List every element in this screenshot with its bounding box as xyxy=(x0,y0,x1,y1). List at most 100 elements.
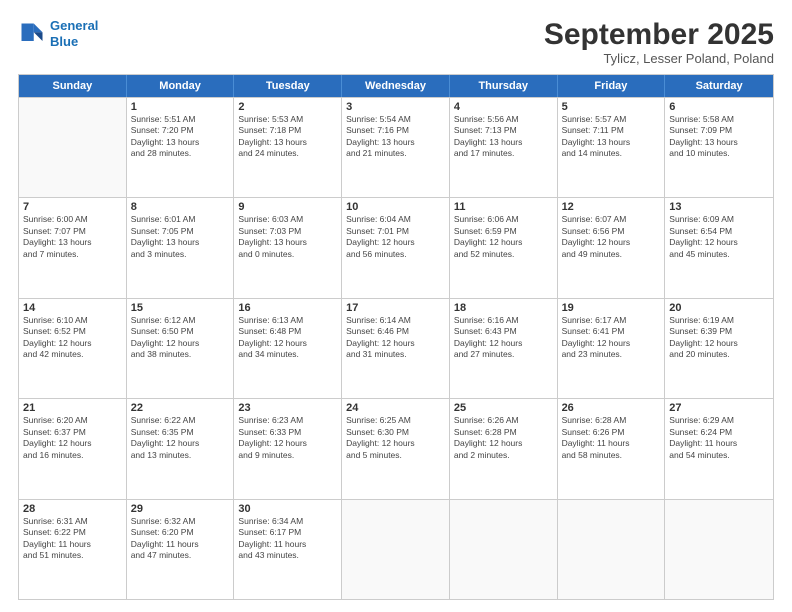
day-number: 24 xyxy=(346,402,445,414)
day-info: Sunrise: 5:58 AM Sunset: 7:09 PM Dayligh… xyxy=(669,114,769,160)
day-info: Sunrise: 6:07 AM Sunset: 6:56 PM Dayligh… xyxy=(562,214,661,260)
day-info: Sunrise: 6:26 AM Sunset: 6:28 PM Dayligh… xyxy=(454,415,553,461)
calendar-cell: 21Sunrise: 6:20 AM Sunset: 6:37 PM Dayli… xyxy=(19,399,127,498)
calendar-cell: 5Sunrise: 5:57 AM Sunset: 7:11 PM Daylig… xyxy=(558,98,666,197)
calendar-body: 1Sunrise: 5:51 AM Sunset: 7:20 PM Daylig… xyxy=(19,97,773,599)
month-title: September 2025 xyxy=(544,18,774,51)
calendar-cell: 25Sunrise: 6:26 AM Sunset: 6:28 PM Dayli… xyxy=(450,399,558,498)
calendar-row-1: 1Sunrise: 5:51 AM Sunset: 7:20 PM Daylig… xyxy=(19,97,773,197)
calendar-cell: 14Sunrise: 6:10 AM Sunset: 6:52 PM Dayli… xyxy=(19,299,127,398)
day-info: Sunrise: 6:34 AM Sunset: 6:17 PM Dayligh… xyxy=(238,516,337,562)
calendar-cell: 12Sunrise: 6:07 AM Sunset: 6:56 PM Dayli… xyxy=(558,198,666,297)
calendar-cell: 16Sunrise: 6:13 AM Sunset: 6:48 PM Dayli… xyxy=(234,299,342,398)
day-number: 20 xyxy=(669,302,769,314)
day-number: 28 xyxy=(23,503,122,515)
location-title: Tylicz, Lesser Poland, Poland xyxy=(544,51,774,66)
logo-line1: General xyxy=(50,18,98,33)
calendar: SundayMondayTuesdayWednesdayThursdayFrid… xyxy=(18,74,774,600)
day-info: Sunrise: 6:01 AM Sunset: 7:05 PM Dayligh… xyxy=(131,214,230,260)
calendar-cell: 17Sunrise: 6:14 AM Sunset: 6:46 PM Dayli… xyxy=(342,299,450,398)
day-number: 6 xyxy=(669,101,769,113)
calendar-cell: 9Sunrise: 6:03 AM Sunset: 7:03 PM Daylig… xyxy=(234,198,342,297)
day-number: 4 xyxy=(454,101,553,113)
day-number: 14 xyxy=(23,302,122,314)
day-info: Sunrise: 6:16 AM Sunset: 6:43 PM Dayligh… xyxy=(454,315,553,361)
calendar-cell: 7Sunrise: 6:00 AM Sunset: 7:07 PM Daylig… xyxy=(19,198,127,297)
calendar-cell xyxy=(19,98,127,197)
day-info: Sunrise: 6:22 AM Sunset: 6:35 PM Dayligh… xyxy=(131,415,230,461)
calendar-cell: 30Sunrise: 6:34 AM Sunset: 6:17 PM Dayli… xyxy=(234,500,342,599)
day-info: Sunrise: 5:57 AM Sunset: 7:11 PM Dayligh… xyxy=(562,114,661,160)
header: General Blue September 2025 Tylicz, Less… xyxy=(18,18,774,66)
day-number: 1 xyxy=(131,101,230,113)
day-info: Sunrise: 5:54 AM Sunset: 7:16 PM Dayligh… xyxy=(346,114,445,160)
header-cell-friday: Friday xyxy=(558,75,666,97)
day-number: 15 xyxy=(131,302,230,314)
day-number: 30 xyxy=(238,503,337,515)
calendar-cell xyxy=(665,500,773,599)
header-cell-monday: Monday xyxy=(127,75,235,97)
calendar-cell: 6Sunrise: 5:58 AM Sunset: 7:09 PM Daylig… xyxy=(665,98,773,197)
day-info: Sunrise: 6:20 AM Sunset: 6:37 PM Dayligh… xyxy=(23,415,122,461)
calendar-cell: 11Sunrise: 6:06 AM Sunset: 6:59 PM Dayli… xyxy=(450,198,558,297)
logo-text: General Blue xyxy=(50,18,98,49)
day-number: 29 xyxy=(131,503,230,515)
day-info: Sunrise: 5:56 AM Sunset: 7:13 PM Dayligh… xyxy=(454,114,553,160)
day-number: 3 xyxy=(346,101,445,113)
day-number: 2 xyxy=(238,101,337,113)
day-number: 25 xyxy=(454,402,553,414)
day-number: 12 xyxy=(562,201,661,213)
calendar-cell: 4Sunrise: 5:56 AM Sunset: 7:13 PM Daylig… xyxy=(450,98,558,197)
logo: General Blue xyxy=(18,18,98,49)
calendar-cell: 15Sunrise: 6:12 AM Sunset: 6:50 PM Dayli… xyxy=(127,299,235,398)
calendar-row-4: 21Sunrise: 6:20 AM Sunset: 6:37 PM Dayli… xyxy=(19,398,773,498)
calendar-cell: 22Sunrise: 6:22 AM Sunset: 6:35 PM Dayli… xyxy=(127,399,235,498)
day-number: 10 xyxy=(346,201,445,213)
day-info: Sunrise: 6:28 AM Sunset: 6:26 PM Dayligh… xyxy=(562,415,661,461)
day-info: Sunrise: 6:13 AM Sunset: 6:48 PM Dayligh… xyxy=(238,315,337,361)
day-info: Sunrise: 6:17 AM Sunset: 6:41 PM Dayligh… xyxy=(562,315,661,361)
day-number: 27 xyxy=(669,402,769,414)
calendar-cell: 24Sunrise: 6:25 AM Sunset: 6:30 PM Dayli… xyxy=(342,399,450,498)
day-number: 17 xyxy=(346,302,445,314)
calendar-cell: 19Sunrise: 6:17 AM Sunset: 6:41 PM Dayli… xyxy=(558,299,666,398)
page: General Blue September 2025 Tylicz, Less… xyxy=(0,0,792,612)
day-info: Sunrise: 6:31 AM Sunset: 6:22 PM Dayligh… xyxy=(23,516,122,562)
calendar-cell xyxy=(450,500,558,599)
calendar-cell xyxy=(558,500,666,599)
calendar-row-3: 14Sunrise: 6:10 AM Sunset: 6:52 PM Dayli… xyxy=(19,298,773,398)
calendar-cell: 2Sunrise: 5:53 AM Sunset: 7:18 PM Daylig… xyxy=(234,98,342,197)
day-number: 5 xyxy=(562,101,661,113)
logo-icon xyxy=(18,20,46,48)
calendar-cell: 26Sunrise: 6:28 AM Sunset: 6:26 PM Dayli… xyxy=(558,399,666,498)
header-cell-tuesday: Tuesday xyxy=(234,75,342,97)
day-info: Sunrise: 6:32 AM Sunset: 6:20 PM Dayligh… xyxy=(131,516,230,562)
day-number: 13 xyxy=(669,201,769,213)
day-info: Sunrise: 6:12 AM Sunset: 6:50 PM Dayligh… xyxy=(131,315,230,361)
calendar-cell: 1Sunrise: 5:51 AM Sunset: 7:20 PM Daylig… xyxy=(127,98,235,197)
calendar-cell: 27Sunrise: 6:29 AM Sunset: 6:24 PM Dayli… xyxy=(665,399,773,498)
day-info: Sunrise: 6:04 AM Sunset: 7:01 PM Dayligh… xyxy=(346,214,445,260)
day-info: Sunrise: 5:53 AM Sunset: 7:18 PM Dayligh… xyxy=(238,114,337,160)
day-info: Sunrise: 6:09 AM Sunset: 6:54 PM Dayligh… xyxy=(669,214,769,260)
day-number: 7 xyxy=(23,201,122,213)
calendar-cell: 20Sunrise: 6:19 AM Sunset: 6:39 PM Dayli… xyxy=(665,299,773,398)
header-cell-saturday: Saturday xyxy=(665,75,773,97)
title-block: September 2025 Tylicz, Lesser Poland, Po… xyxy=(544,18,774,66)
day-number: 8 xyxy=(131,201,230,213)
day-number: 18 xyxy=(454,302,553,314)
day-info: Sunrise: 6:23 AM Sunset: 6:33 PM Dayligh… xyxy=(238,415,337,461)
day-number: 22 xyxy=(131,402,230,414)
day-number: 23 xyxy=(238,402,337,414)
calendar-cell: 29Sunrise: 6:32 AM Sunset: 6:20 PM Dayli… xyxy=(127,500,235,599)
calendar-row-2: 7Sunrise: 6:00 AM Sunset: 7:07 PM Daylig… xyxy=(19,197,773,297)
calendar-cell: 18Sunrise: 6:16 AM Sunset: 6:43 PM Dayli… xyxy=(450,299,558,398)
calendar-cell: 13Sunrise: 6:09 AM Sunset: 6:54 PM Dayli… xyxy=(665,198,773,297)
calendar-cell: 8Sunrise: 6:01 AM Sunset: 7:05 PM Daylig… xyxy=(127,198,235,297)
day-info: Sunrise: 6:29 AM Sunset: 6:24 PM Dayligh… xyxy=(669,415,769,461)
calendar-cell: 28Sunrise: 6:31 AM Sunset: 6:22 PM Dayli… xyxy=(19,500,127,599)
day-info: Sunrise: 6:14 AM Sunset: 6:46 PM Dayligh… xyxy=(346,315,445,361)
calendar-cell: 10Sunrise: 6:04 AM Sunset: 7:01 PM Dayli… xyxy=(342,198,450,297)
day-info: Sunrise: 6:00 AM Sunset: 7:07 PM Dayligh… xyxy=(23,214,122,260)
day-number: 9 xyxy=(238,201,337,213)
